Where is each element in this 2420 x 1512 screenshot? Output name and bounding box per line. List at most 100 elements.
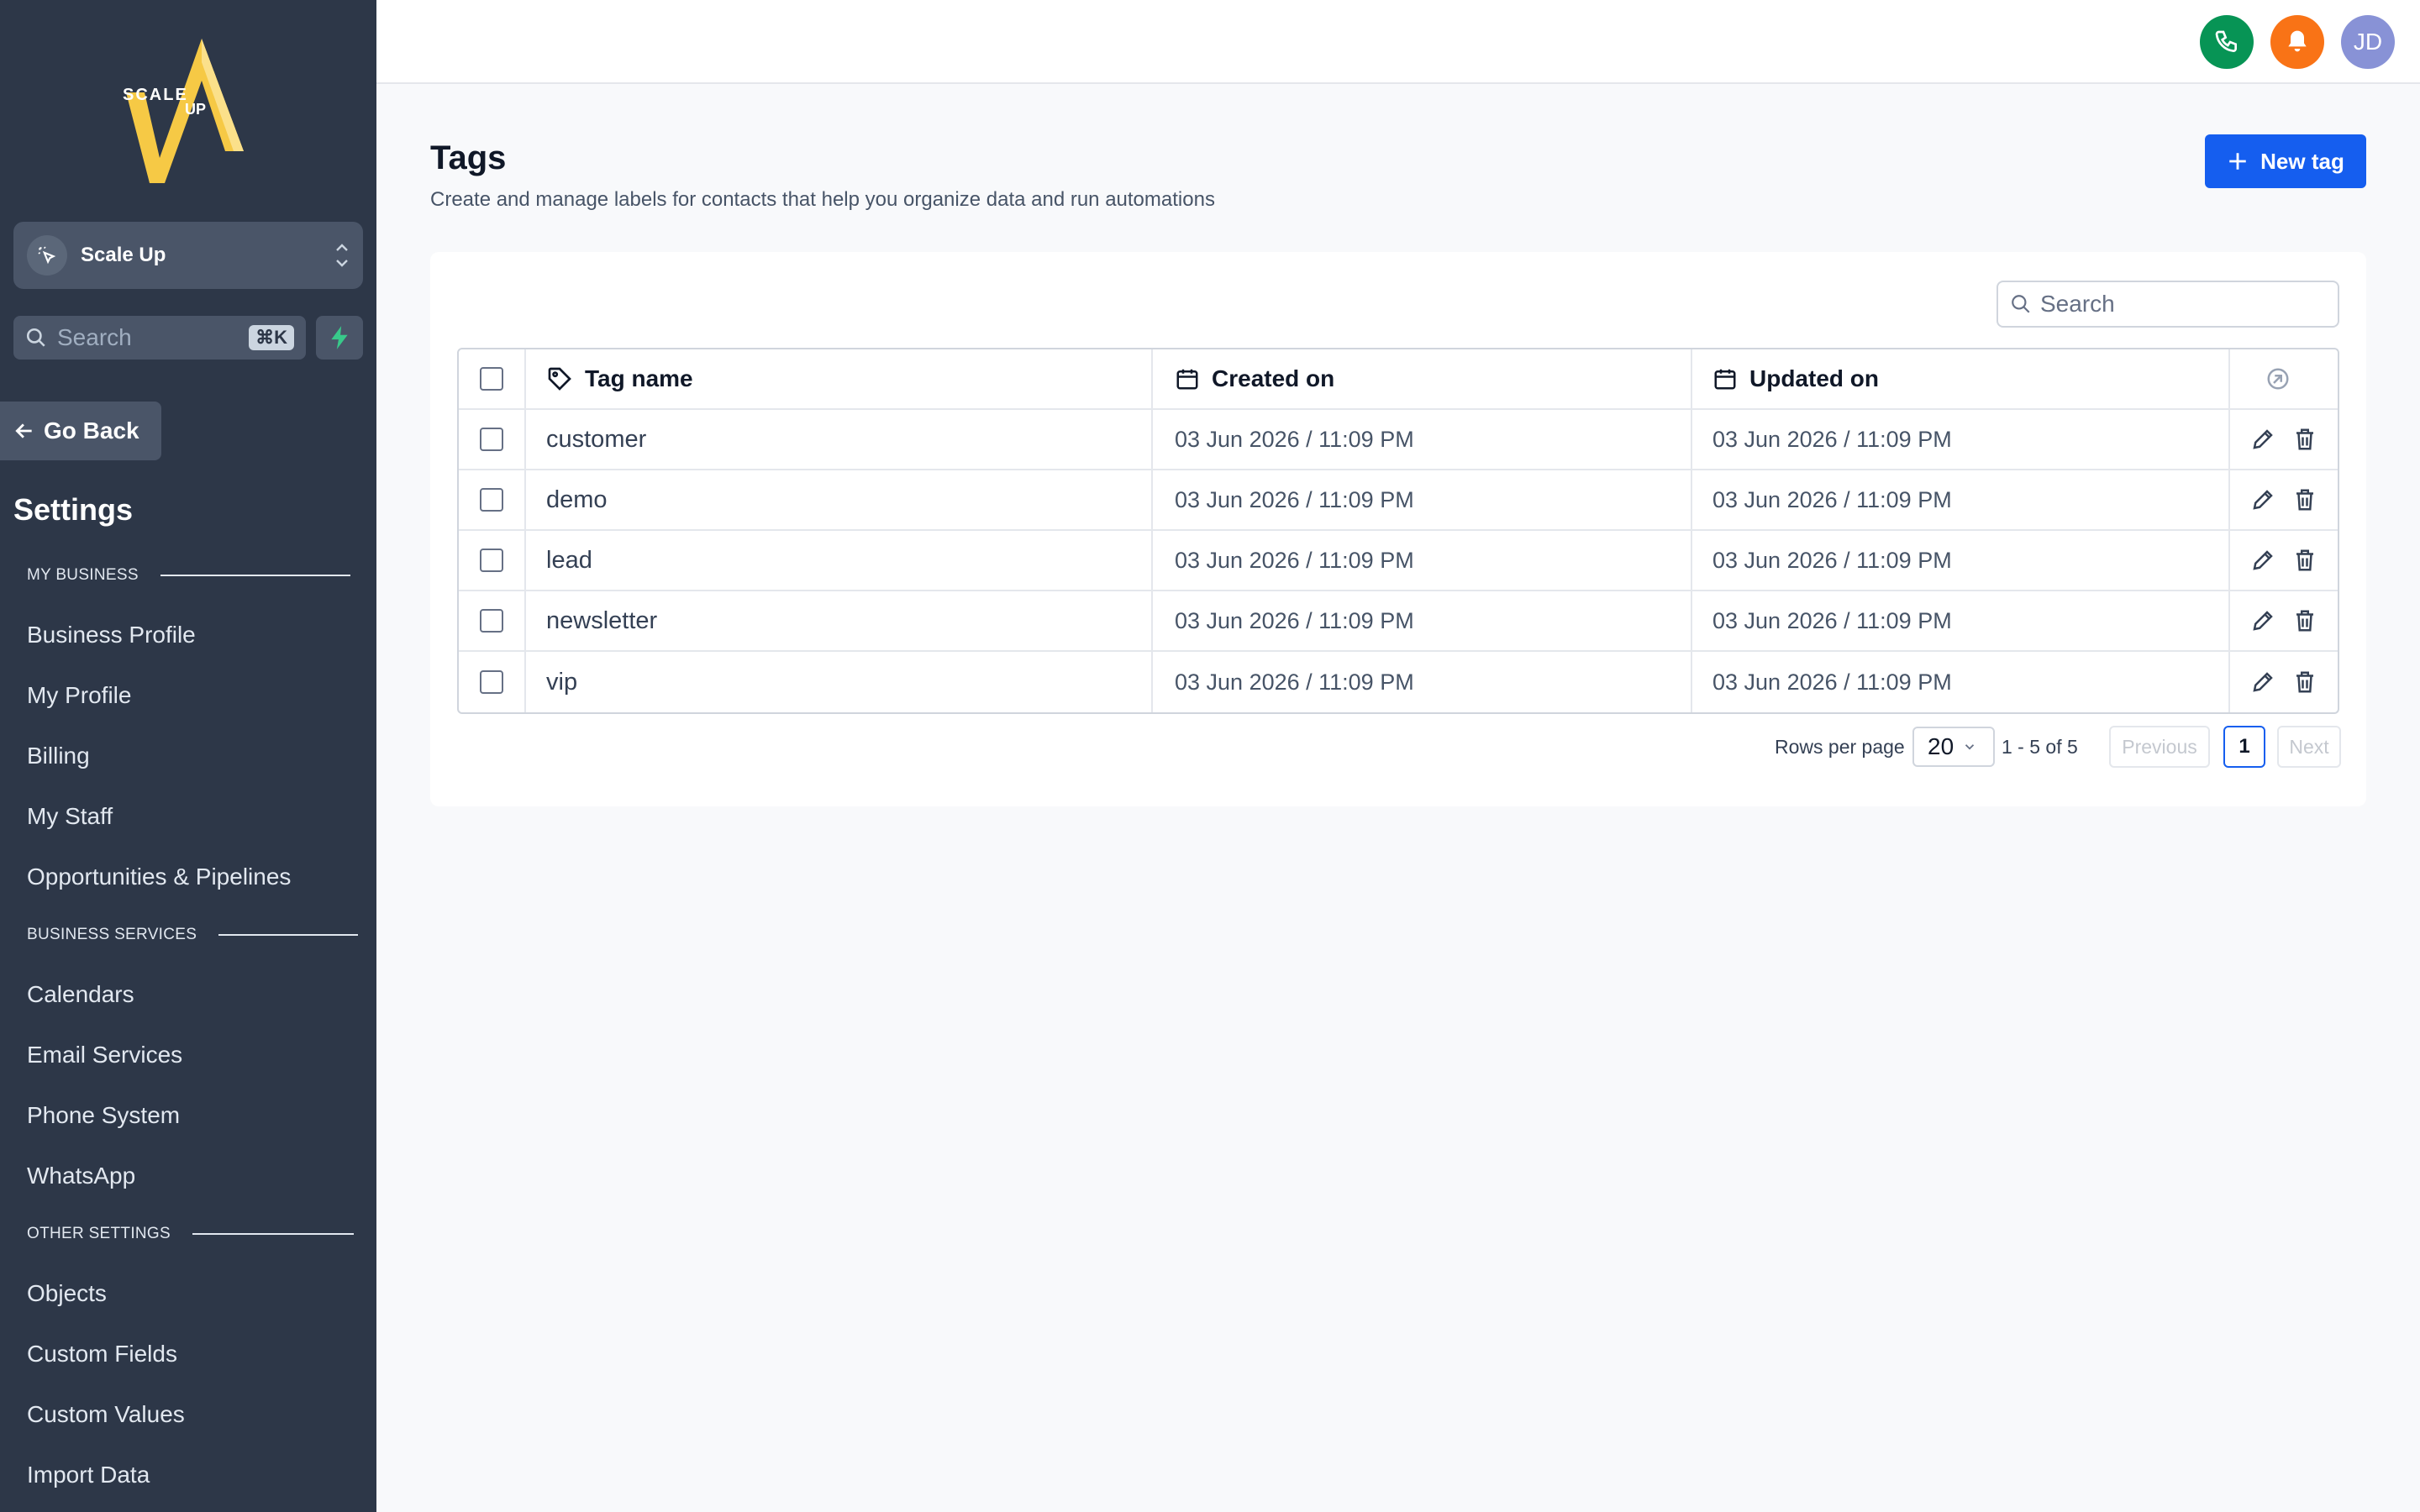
- rows-per-page-label: Rows per page: [1775, 736, 1905, 758]
- row-actions: [2230, 410, 2338, 469]
- sidebar-item-phone-system[interactable]: Phone System: [27, 1102, 180, 1129]
- edit-icon[interactable]: [2250, 548, 2275, 573]
- column-header-updated-on[interactable]: Updated on: [1692, 349, 2230, 408]
- quick-actions-button[interactable]: [316, 316, 363, 360]
- column-header-tag-name[interactable]: Tag name: [526, 349, 1153, 408]
- tag-name-cell: vip: [526, 652, 1153, 712]
- created-on-cell: 03 Jun 2026 / 11:09 PM: [1153, 591, 1692, 650]
- edit-icon[interactable]: [2250, 487, 2275, 512]
- sidebar-item-custom-values[interactable]: Custom Values: [27, 1401, 185, 1428]
- search-shortcut-badge: ⌘K: [249, 325, 294, 350]
- scale-up-logo[interactable]: SCALE UP: [118, 34, 260, 185]
- chevron-up-down-icon: [334, 241, 350, 270]
- row-checkbox[interactable]: [480, 670, 503, 694]
- tag-name[interactable]: vip: [546, 669, 577, 696]
- tag-name[interactable]: customer: [546, 426, 646, 454]
- sidebar-item-calendars[interactable]: Calendars: [27, 981, 134, 1008]
- tag-name-cell: customer: [526, 410, 1153, 469]
- trash-icon[interactable]: [2292, 487, 2317, 512]
- row-checkbox[interactable]: [480, 549, 503, 572]
- section-label-business-services: BUSINESS SERVICES: [27, 926, 359, 944]
- sidebar-item-whatsapp[interactable]: WhatsApp: [27, 1163, 135, 1189]
- location-switcher[interactable]: Scale Up: [13, 222, 363, 289]
- table-header-row: Tag name Created on Updated on: [459, 349, 2338, 410]
- chevron-down-icon: [1965, 744, 1975, 750]
- tags-table: Tag name Created on Updated on customer: [457, 348, 2339, 714]
- select-all-checkbox[interactable]: [480, 367, 503, 391]
- calendar-icon: [1714, 369, 1736, 390]
- column-header-label: Updated on: [1749, 365, 1879, 391]
- created-on-cell: 03 Jun 2026 / 11:09 PM: [1153, 470, 1692, 529]
- updated-on-cell: 03 Jun 2026 / 11:09 PM: [1692, 470, 2230, 529]
- page-number-current[interactable]: 1: [2223, 726, 2265, 768]
- edit-icon[interactable]: [2250, 669, 2275, 695]
- tag-name[interactable]: newsletter: [546, 607, 657, 635]
- bell-icon: [2288, 30, 2307, 52]
- row-checkbox-cell: [459, 591, 526, 650]
- pagination-range: 1 - 5 of 5: [2002, 736, 2078, 758]
- sidebar-item-email-services[interactable]: Email Services: [27, 1042, 182, 1068]
- table-row: lead 03 Jun 2026 / 11:09 PM 03 Jun 2026 …: [459, 531, 2338, 591]
- sidebar-item-custom-fields[interactable]: Custom Fields: [27, 1341, 177, 1368]
- created-on: 03 Jun 2026 / 11:09 PM: [1175, 607, 1414, 633]
- go-back-button[interactable]: Go Back: [0, 402, 161, 460]
- created-on: 03 Jun 2026 / 11:09 PM: [1175, 426, 1414, 452]
- row-checkbox-cell: [459, 531, 526, 590]
- trash-icon[interactable]: [2292, 427, 2317, 452]
- section-label-other-settings: OTHER SETTINGS: [27, 1225, 354, 1243]
- tag-name[interactable]: lead: [546, 547, 592, 575]
- created-on: 03 Jun 2026 / 11:09 PM: [1175, 486, 1414, 512]
- row-checkbox[interactable]: [480, 428, 503, 451]
- sidebar-item-objects[interactable]: Objects: [27, 1280, 107, 1307]
- column-settings-icon[interactable]: [2265, 366, 2291, 391]
- row-checkbox[interactable]: [480, 488, 503, 512]
- location-name: Scale Up: [81, 244, 166, 266]
- row-actions: [2230, 531, 2338, 590]
- column-header-label: Created on: [1212, 365, 1335, 391]
- table-row: vip 03 Jun 2026 / 11:09 PM 03 Jun 2026 /…: [459, 652, 2338, 712]
- tags-card: Search Tag name Created on Updated on cu…: [430, 252, 2366, 806]
- phone-icon: [2215, 30, 2237, 53]
- sidebar-item-opportunities-pipelines[interactable]: Opportunities & Pipelines: [27, 864, 291, 890]
- sidebar-search[interactable]: Search ⌘K: [13, 316, 306, 360]
- calendar-icon: [1176, 369, 1198, 390]
- updated-on: 03 Jun 2026 / 11:09 PM: [1712, 607, 1952, 633]
- edit-icon[interactable]: [2250, 608, 2275, 633]
- user-avatar[interactable]: JD: [2341, 15, 2395, 69]
- new-tag-button[interactable]: New tag: [2205, 134, 2366, 188]
- notifications-button[interactable]: [2270, 15, 2324, 69]
- sidebar-item-my-profile[interactable]: My Profile: [27, 682, 131, 709]
- arrow-left-icon: [15, 423, 32, 438]
- next-page-button[interactable]: Next: [2277, 726, 2341, 768]
- previous-page-button[interactable]: Previous: [2109, 726, 2210, 768]
- table-search-placeholder: Search: [2040, 291, 2115, 317]
- row-checkbox[interactable]: [480, 609, 503, 633]
- table-search-input[interactable]: Search: [1996, 281, 2339, 328]
- header-checkbox-cell: [459, 349, 526, 408]
- sidebar: SCALE UP Scale Up Search ⌘K Go Back Sett…: [0, 0, 376, 1512]
- table-row: demo 03 Jun 2026 / 11:09 PM 03 Jun 2026 …: [459, 470, 2338, 531]
- edit-icon[interactable]: [2250, 427, 2275, 452]
- column-header-created-on[interactable]: Created on: [1153, 349, 1692, 408]
- sidebar-item-import-data[interactable]: Import Data: [27, 1462, 150, 1488]
- created-on-cell: 03 Jun 2026 / 11:09 PM: [1153, 410, 1692, 469]
- go-back-label: Go Back: [44, 417, 139, 444]
- tag-name[interactable]: demo: [546, 486, 608, 514]
- phone-button[interactable]: [2200, 15, 2254, 69]
- row-actions: [2230, 652, 2338, 712]
- rows-per-page-select[interactable]: 20: [1912, 727, 1995, 767]
- sidebar-item-business-profile[interactable]: Business Profile: [27, 622, 196, 648]
- sidebar-item-my-staff[interactable]: My Staff: [27, 803, 113, 830]
- logo-text-scale: SCALE: [123, 86, 188, 104]
- tag-name-cell: newsletter: [526, 591, 1153, 650]
- section-label-my-business: MY BUSINESS: [27, 566, 350, 585]
- trash-icon[interactable]: [2292, 669, 2317, 695]
- trash-icon[interactable]: [2292, 608, 2317, 633]
- table-row: newsletter 03 Jun 2026 / 11:09 PM 03 Jun…: [459, 591, 2338, 652]
- trash-icon[interactable]: [2292, 548, 2317, 573]
- table-row: customer 03 Jun 2026 / 11:09 PM 03 Jun 2…: [459, 410, 2338, 470]
- row-actions: [2230, 591, 2338, 650]
- settings-title: Settings: [13, 492, 134, 527]
- column-settings-cell: [2230, 349, 2338, 408]
- sidebar-item-billing[interactable]: Billing: [27, 743, 90, 769]
